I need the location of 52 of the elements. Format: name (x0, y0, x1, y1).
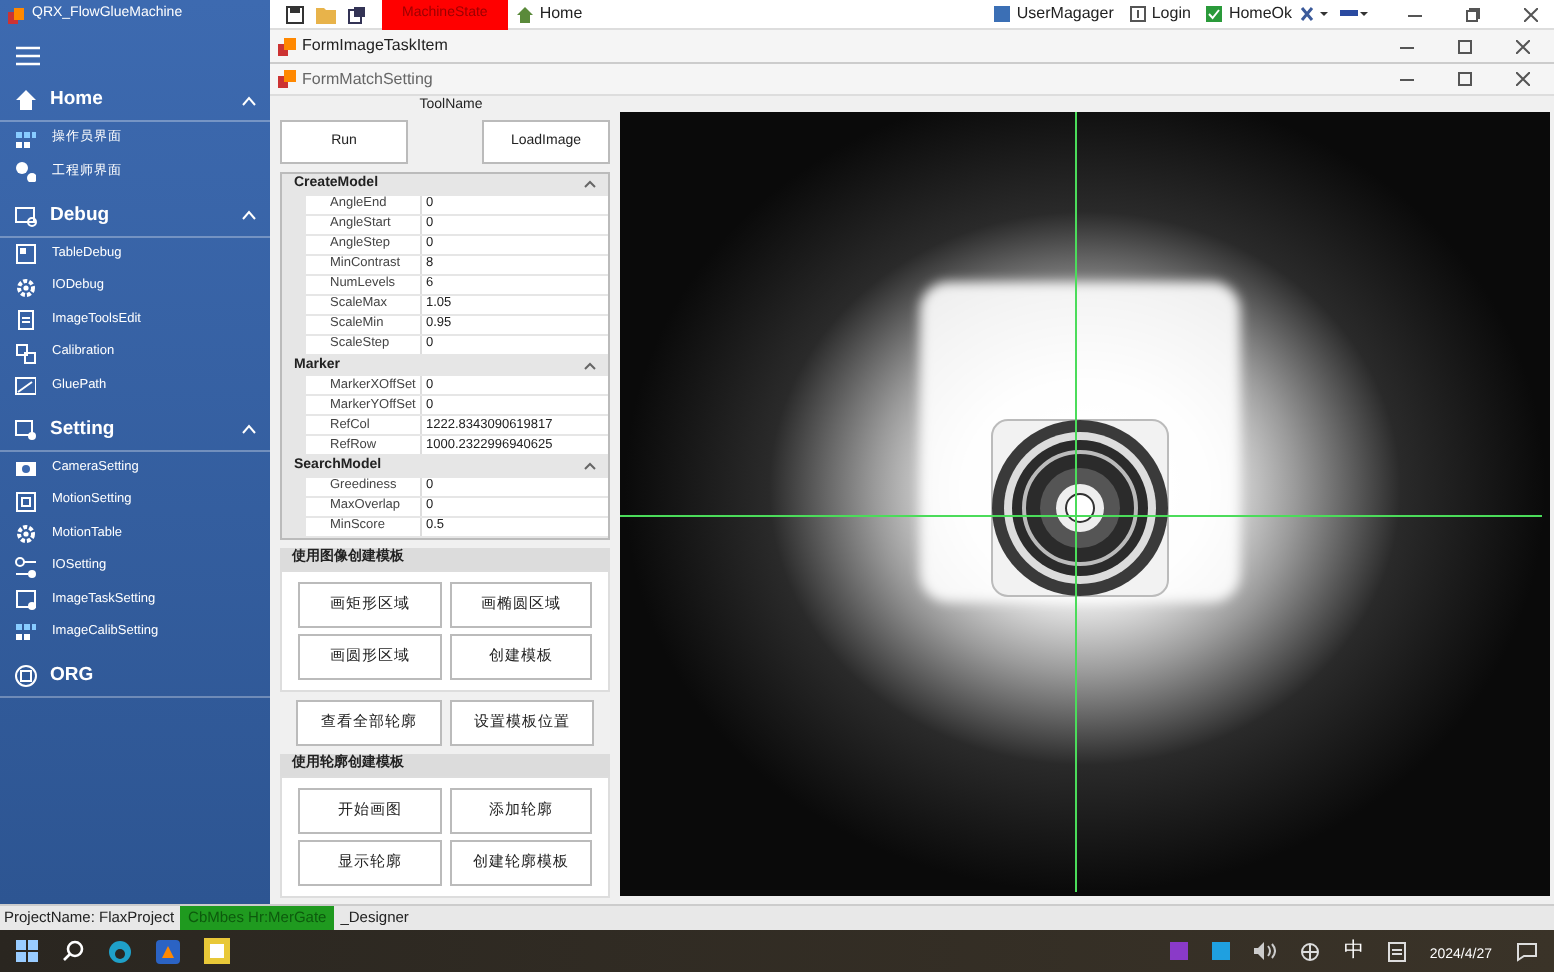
window-title: FormMatchSetting (302, 67, 435, 91)
maximize-icon[interactable] (1458, 39, 1472, 53)
home-icon (14, 88, 38, 112)
notification-icon[interactable] (1516, 941, 1538, 961)
target-icon (14, 664, 38, 689)
frame-icon (14, 489, 36, 512)
table-search-icon (14, 203, 38, 228)
tools-dropdown-icon[interactable] (1300, 6, 1328, 22)
grid-squares-icon (14, 341, 36, 364)
keyboard-icon[interactable] (1387, 941, 1406, 961)
menu-icon[interactable] (16, 45, 40, 65)
gear-icon (14, 522, 36, 545)
gear-icon (14, 275, 36, 298)
sidebar-section[interactable]: Setting (0, 409, 270, 452)
camera-icon (14, 456, 36, 479)
windows-logo-icon[interactable] (16, 940, 38, 962)
sidebar-section[interactable]: Debug (0, 195, 270, 238)
close-icon[interactable] (1524, 7, 1538, 21)
app-logo-icon (8, 7, 24, 23)
clipboard-icon (14, 308, 36, 331)
user-manager-button[interactable]: UserMagager (986, 2, 1122, 26)
speaker-icon[interactable] (1253, 942, 1276, 960)
window-icon (14, 587, 36, 610)
tray-app-icon[interactable] (1211, 942, 1230, 960)
form-icon (278, 37, 296, 55)
close-icon[interactable] (1516, 39, 1530, 53)
switch-icon (14, 555, 36, 578)
ime-indicator[interactable]: 中 (1343, 936, 1364, 966)
grid-icon (14, 620, 36, 643)
restore-icon[interactable] (1466, 7, 1480, 21)
user-window-icon (994, 6, 1011, 22)
network-icon[interactable] (1299, 941, 1320, 961)
color-dropdown-icon[interactable] (1340, 6, 1368, 22)
maximize-icon[interactable] (1458, 72, 1472, 86)
grid-icon (14, 127, 36, 150)
save-as-icon[interactable] (348, 5, 366, 23)
window-gear-icon (14, 417, 38, 442)
browser-icon[interactable] (108, 939, 132, 963)
line-chart-icon (14, 374, 36, 397)
home-button[interactable]: Home (507, 2, 591, 26)
close-icon[interactable] (1516, 72, 1530, 86)
form-icon (278, 70, 296, 88)
login-button[interactable]: Login (1121, 2, 1199, 26)
home-icon (515, 5, 534, 23)
table-icon (14, 242, 36, 265)
sidebar-section[interactable]: ORG (0, 656, 270, 699)
home-ok-button[interactable]: HomeOk (1198, 2, 1300, 26)
app-icon[interactable] (156, 939, 180, 963)
save-icon[interactable] (286, 5, 304, 23)
search-icon[interactable] (62, 940, 84, 962)
sidebar-section[interactable]: Home (0, 80, 270, 122)
check-box-icon (1206, 6, 1223, 22)
